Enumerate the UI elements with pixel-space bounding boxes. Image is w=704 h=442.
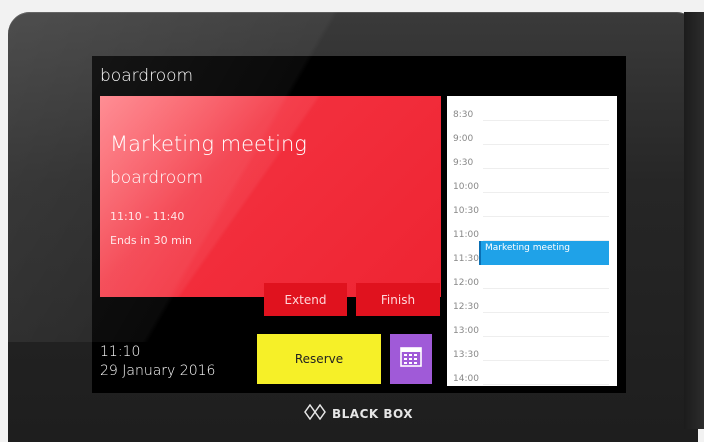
slot-label: 10:00 xyxy=(453,182,479,192)
clock-time: 11:10 xyxy=(100,344,141,360)
slot-label: 13:30 xyxy=(453,350,479,360)
slot-label: 9:00 xyxy=(453,134,474,144)
time-slot[interactable]: 14:00 xyxy=(447,374,617,386)
current-meeting-card: Marketing meeting boardroom 11:10 - 11:4… xyxy=(100,96,441,316)
meeting-remaining: Ends in 30 min xyxy=(110,234,192,247)
screen: boardroom Marketing meeting boardroom 11… xyxy=(92,56,626,393)
meeting-time: 11:10 - 11:40 xyxy=(110,210,185,223)
slot-divider xyxy=(483,312,609,313)
slot-divider xyxy=(483,360,609,361)
slot-label: 9:30 xyxy=(453,158,474,168)
room-title: boardroom xyxy=(100,66,194,86)
meeting-room: boardroom xyxy=(110,168,204,188)
slot-divider xyxy=(483,144,609,145)
slot-label: 8:30 xyxy=(453,110,474,120)
finish-button[interactable]: Finish xyxy=(356,283,440,316)
slot-divider xyxy=(483,288,609,289)
blackbox-diamond-logo-icon xyxy=(304,403,326,423)
meeting-title: Marketing meeting xyxy=(110,132,307,156)
time-slot[interactable]: 12:30 xyxy=(447,302,617,326)
calendar-button[interactable] xyxy=(390,334,432,384)
brand-logo: BLACK BOX xyxy=(304,403,414,423)
slot-divider xyxy=(483,120,609,121)
brand-name: BLACK BOX xyxy=(332,406,414,421)
slot-label: 11:00 xyxy=(453,230,479,240)
slot-label: 12:30 xyxy=(453,302,479,312)
slot-label: 12:00 xyxy=(453,278,479,288)
time-slot[interactable]: 12:00 xyxy=(447,278,617,302)
clock-date: 29 January 2016 xyxy=(100,363,216,379)
time-slot[interactable]: 10:30 xyxy=(447,206,617,230)
calendar-icon xyxy=(400,347,422,371)
day-schedule[interactable]: 8:30 9:00 9:30 10:00 10:30 11:00 11:30 1… xyxy=(447,96,617,386)
slot-label: 11:30 xyxy=(453,254,479,264)
schedule-event[interactable]: Marketing meeting xyxy=(479,241,609,265)
slot-divider xyxy=(483,192,609,193)
time-slot[interactable]: 8:30 xyxy=(447,110,617,134)
time-slot[interactable]: 9:00 xyxy=(447,134,617,158)
slot-label: 14:00 xyxy=(453,374,479,384)
slot-divider xyxy=(483,216,609,217)
device-side-edge xyxy=(684,12,704,429)
slot-label: 10:30 xyxy=(453,206,479,216)
slot-divider xyxy=(483,384,609,385)
slot-divider xyxy=(483,336,609,337)
slot-label: 13:00 xyxy=(453,326,479,336)
time-slot[interactable]: 9:30 xyxy=(447,158,617,182)
time-slot[interactable]: 13:00 xyxy=(447,326,617,350)
time-slot[interactable]: 13:30 xyxy=(447,350,617,374)
slot-divider xyxy=(483,168,609,169)
extend-button[interactable]: Extend xyxy=(264,283,347,316)
reserve-button[interactable]: Reserve xyxy=(257,334,381,384)
time-slot[interactable]: 10:00 xyxy=(447,182,617,206)
